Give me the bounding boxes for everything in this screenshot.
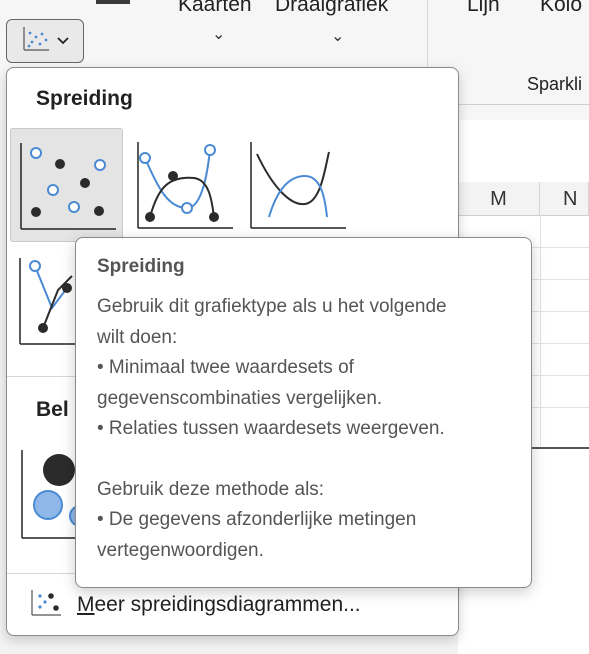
pivotchart-button-label[interactable]: Draaigrafiek	[275, 0, 388, 17]
maps-chevron-down-icon[interactable]: ⌄	[212, 24, 225, 44]
tooltip-spacer	[97, 445, 510, 475]
tooltip-line: gegevenscombinaties vergelijken.	[97, 387, 383, 409]
scatter-smooth-lines-option[interactable]	[243, 128, 356, 242]
column-header-m[interactable]: M	[458, 182, 540, 216]
sparkline-line-button-label[interactable]: Lijn	[467, 0, 500, 17]
sheet-border-line	[530, 447, 589, 449]
column-header-n[interactable]: N	[540, 182, 589, 216]
chevron-down-icon	[57, 32, 69, 50]
scatter-chart-option[interactable]	[10, 128, 123, 242]
chart-type-tooltip: Spreiding Gebruik dit grafiektype als u …	[75, 237, 532, 588]
grid-line	[540, 216, 541, 446]
tooltip-line: • De gegevens afzonderlijke metingen	[97, 509, 417, 530]
access-key-letter: M	[77, 593, 95, 616]
more-label-text: eer spreidingsdiagrammen...	[94, 593, 361, 616]
tooltip-line: wilt doen:	[97, 326, 178, 348]
scatter-chart-icon	[29, 588, 63, 623]
tooltip-line: Gebruik deze methode als:	[97, 478, 325, 500]
scatter-chart-dropdown-button[interactable]	[6, 19, 84, 63]
ribbon-icon-fragment	[96, 0, 130, 4]
scatter-smooth-lines-markers-option[interactable]	[128, 128, 241, 242]
tooltip-line: vertegenwoordigen.	[97, 539, 264, 561]
more-scatter-charts-item[interactable]: Meer spreidingsdiagrammen...	[29, 585, 361, 625]
maps-button-label[interactable]: Kaarten	[178, 0, 252, 17]
tooltip-line: • Minimaal twee waardesets of	[97, 357, 354, 378]
more-scatter-charts-label: Meer spreidingsdiagrammen...	[77, 593, 361, 617]
scatter-markers-icon	[20, 143, 116, 230]
scatter-chart-icon	[21, 25, 51, 58]
sparkline-column-button-label[interactable]: Kolo	[540, 0, 582, 17]
scatter-smooth-lines-icon	[250, 142, 346, 229]
tooltip-line: • Relaties tussen waardesets weergeven.	[97, 418, 445, 439]
scatter-smooth-markers-icon	[137, 142, 233, 229]
pivotchart-chevron-down-icon[interactable]: ⌄	[331, 26, 344, 46]
sparklines-group-label: Sparkli	[527, 74, 583, 94]
tooltip-line: Gebruik dit grafiektype als u het volgen…	[97, 296, 447, 317]
section-title-bubble: Bel	[36, 398, 69, 421]
tooltip-title: Spreiding	[97, 256, 185, 277]
section-title-scatter: Spreiding	[36, 87, 133, 110]
